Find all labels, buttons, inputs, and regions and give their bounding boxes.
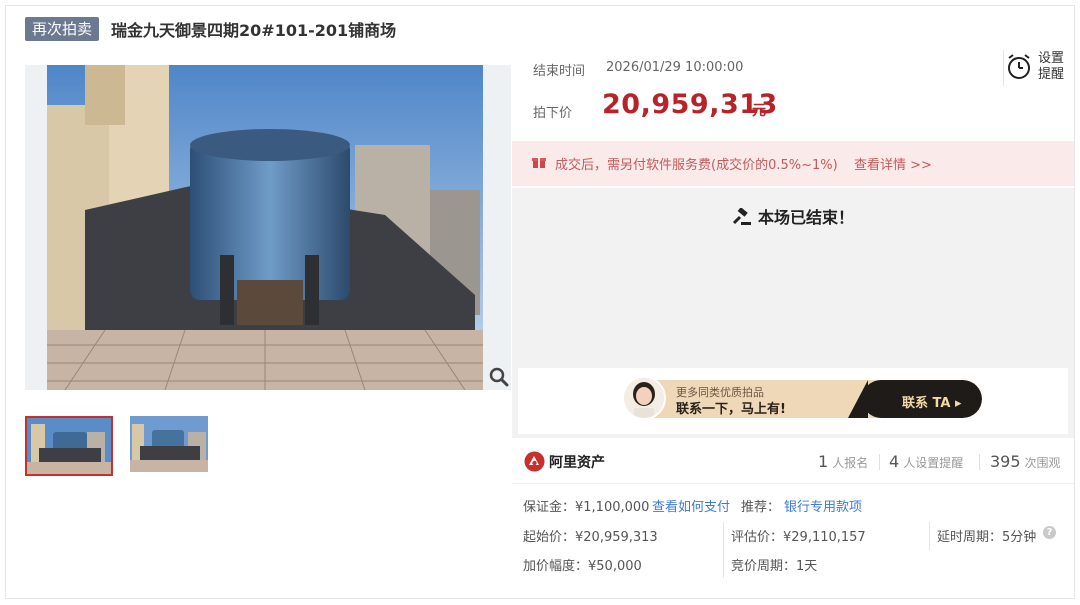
end-time-label: 结束时间 bbox=[533, 64, 586, 79]
auction-ended-text: 本场已结束！ bbox=[757, 208, 854, 227]
view-details-link[interactable]: 查看详情 >> bbox=[854, 154, 932, 173]
detail-divider bbox=[929, 522, 930, 550]
contact-banner-title: 联系一下，马上有! bbox=[676, 402, 786, 417]
recommend-label: 推荐： bbox=[741, 500, 781, 515]
signup-count: 1 bbox=[818, 452, 829, 471]
final-price-label: 拍下价 bbox=[533, 106, 573, 121]
contact-ta-button[interactable]: 联系 TA ▸ bbox=[902, 392, 962, 411]
deposit: 保证金：¥1,100,000 bbox=[523, 500, 650, 515]
remind-stat: 4 人设置提醒 bbox=[889, 452, 963, 471]
detail-divider bbox=[723, 522, 724, 578]
how-to-pay-link[interactable]: 查看如何支付 bbox=[652, 496, 730, 515]
appraisal-price: 评估价：¥29,110,157 bbox=[731, 530, 866, 545]
signup-stat: 1 人报名 bbox=[818, 452, 868, 471]
platform-name: 阿里资产 bbox=[549, 455, 605, 471]
delay-period: 延时周期：5分钟 bbox=[937, 530, 1037, 545]
auction-summary: 结束时间 2026/01/29 10:00:00 拍下价 20,959,313 … bbox=[512, 47, 1074, 140]
signup-label: 人报名 bbox=[832, 456, 869, 470]
thumbnail-1[interactable] bbox=[25, 416, 113, 476]
title-row: 再次拍卖 瑞金九天御景四期20#101-201铺商场 bbox=[25, 17, 396, 41]
bid-increment: 加价幅度：¥50,000 bbox=[523, 559, 642, 574]
auction-ended-panel: 本场已结束！ 更多同类优质拍品 联系一下，马上有! 联系 TA ▸ bbox=[512, 188, 1074, 438]
price-unit: 元 bbox=[752, 103, 766, 119]
service-fee-text: 成交后，需另付软件服务费(成交价的0.5%~1%) bbox=[555, 158, 838, 173]
stats-row: 阿里资产 1 人报名 4 人设置提醒 395 次围观 bbox=[512, 440, 1074, 484]
gavel-icon bbox=[732, 207, 752, 230]
set-reminder-label: 设置提醒 bbox=[1038, 51, 1065, 82]
ali-asset-logo bbox=[524, 451, 545, 476]
view-label: 次围观 bbox=[1024, 456, 1061, 470]
stat-divider bbox=[979, 454, 980, 470]
remind-count: 4 bbox=[889, 452, 900, 471]
set-reminder-button[interactable]: 设置提醒 bbox=[1003, 50, 1073, 86]
question-icon[interactable]: ? bbox=[1043, 526, 1056, 539]
agent-avatar bbox=[622, 376, 666, 420]
main-property-photo[interactable] bbox=[25, 65, 511, 390]
zoom-icon[interactable] bbox=[488, 366, 510, 388]
remind-label: 人设置提醒 bbox=[903, 456, 964, 470]
gift-icon bbox=[532, 155, 546, 173]
page-title: 瑞金九天御景四期20#101-201铺商场 bbox=[111, 21, 397, 40]
start-price: 起始价：¥20,959,313 bbox=[523, 530, 658, 545]
service-fee-notice: 成交后，需另付软件服务费(成交价的0.5%~1%) 查看详情 >> bbox=[512, 141, 1074, 186]
auction-ended-status: 本场已结束！ bbox=[512, 204, 1074, 230]
alarm-clock-icon bbox=[1006, 53, 1032, 85]
bank-payment-link[interactable]: 银行专用款项 bbox=[784, 496, 862, 515]
view-stat: 395 次围观 bbox=[990, 452, 1061, 471]
bid-period: 竞价周期：1天 bbox=[731, 559, 818, 574]
thumbnail-2[interactable] bbox=[130, 416, 218, 476]
contact-banner[interactable]: 更多同类优质拍品 联系一下，马上有! 联系 TA ▸ bbox=[518, 368, 1068, 434]
reauction-tag: 再次拍卖 bbox=[25, 17, 100, 41]
view-count: 395 bbox=[990, 452, 1021, 471]
stat-divider bbox=[879, 454, 880, 470]
end-time-value: 2026/01/29 10:00:00 bbox=[606, 60, 744, 75]
